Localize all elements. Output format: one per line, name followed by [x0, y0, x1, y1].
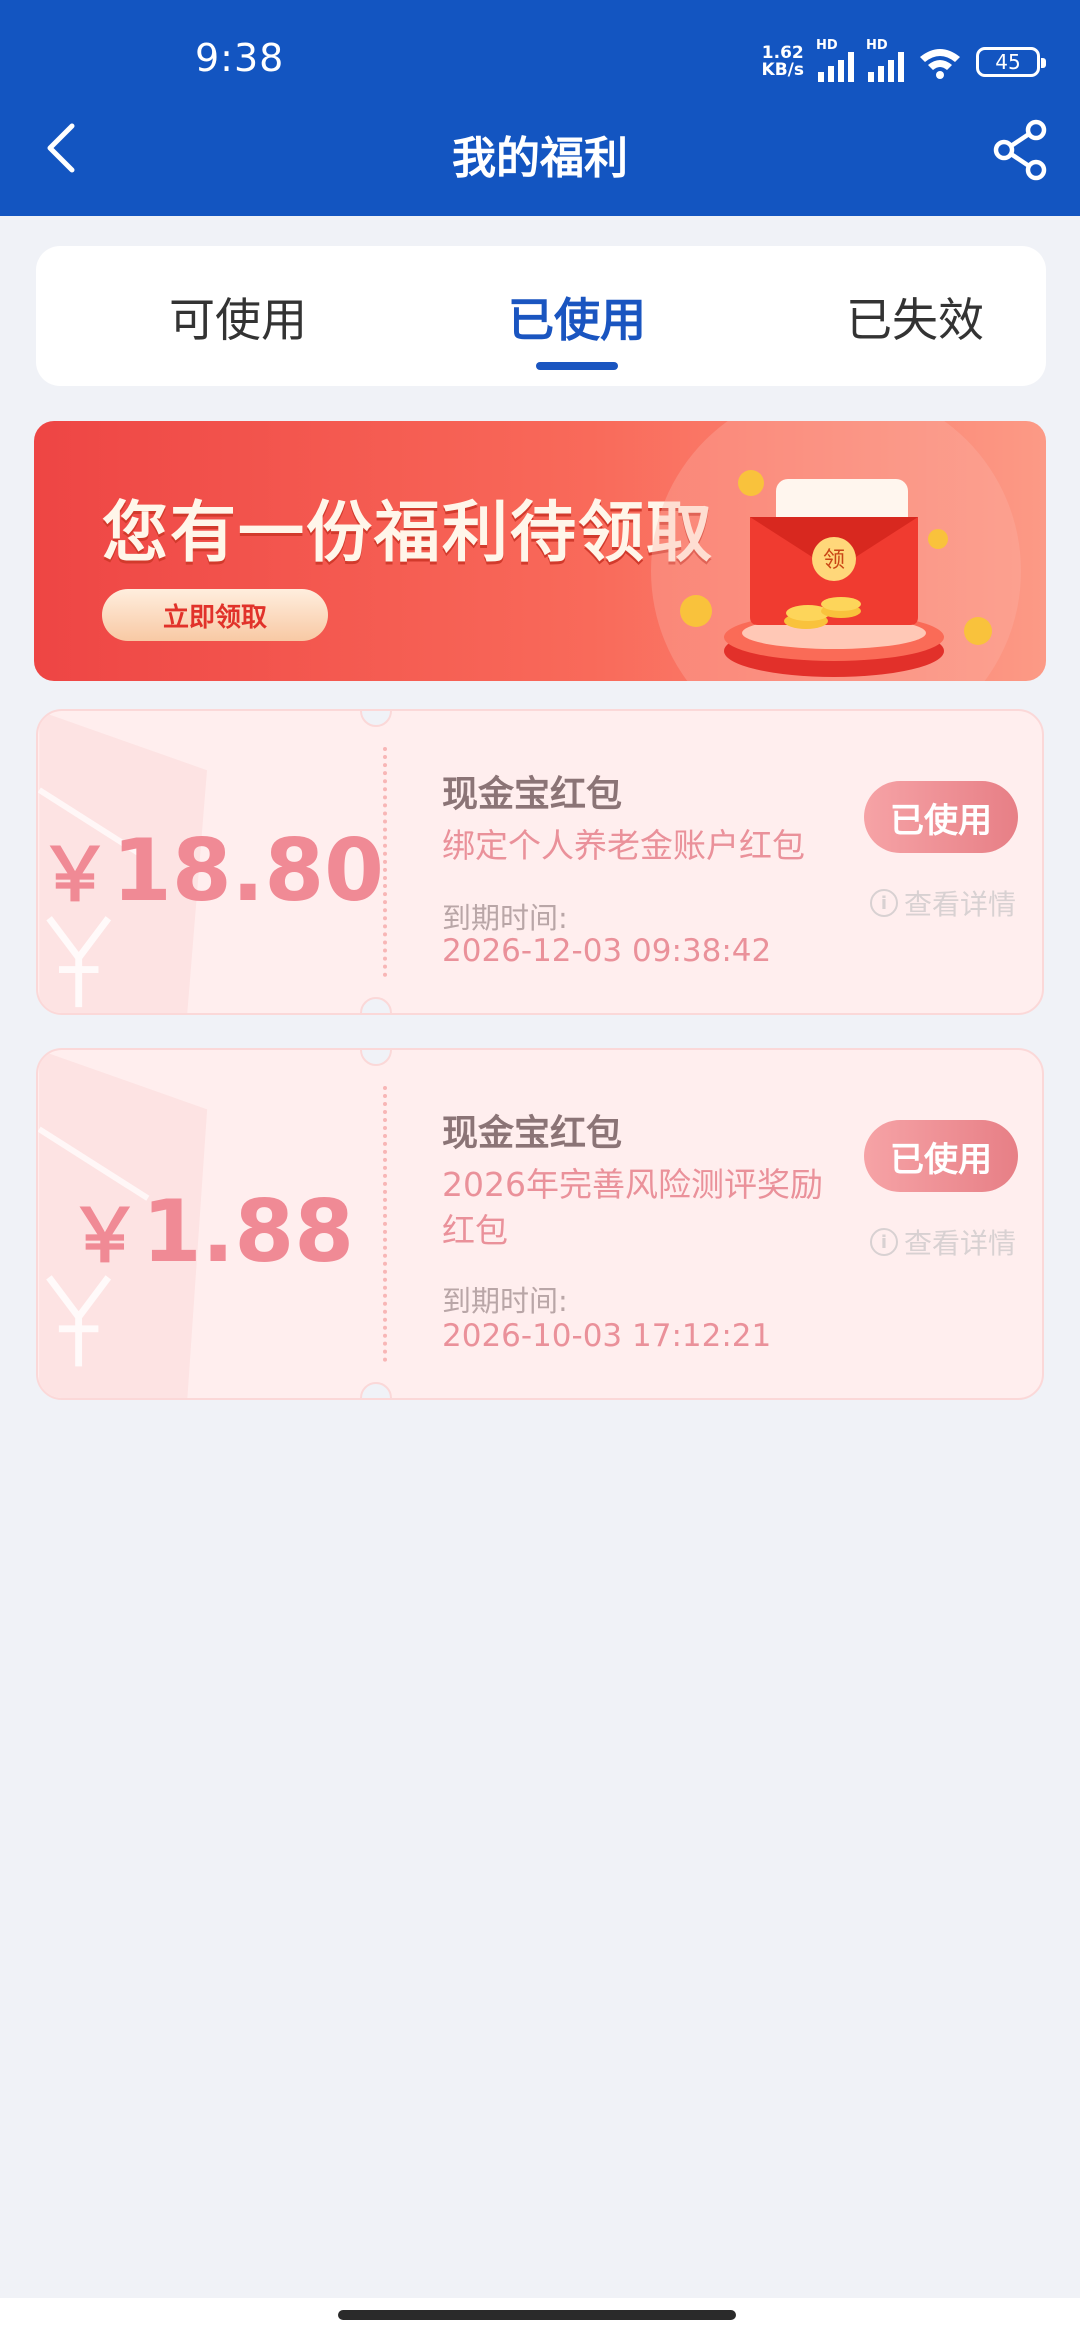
tab-bar: 可使用 已使用 已失效: [36, 246, 1046, 386]
status-icons: 1.62 KB/s HD HD 45: [761, 38, 1046, 84]
coupon-card[interactable]: ￥1.88 现金宝红包 2026年完善风险测评奖励红包 到期时间: 2026-1…: [36, 1048, 1044, 1400]
tab-used[interactable]: 已使用: [427, 284, 727, 350]
used-status-button[interactable]: 已使用: [864, 781, 1018, 853]
signal-icon: HD: [866, 38, 904, 82]
expiry-label: 到期时间:: [442, 1284, 568, 1318]
coupon-amount: ￥18.80: [38, 821, 385, 921]
tab-active-indicator: [536, 362, 618, 370]
battery-icon: 45: [976, 47, 1046, 77]
coupon-title: 现金宝红包: [442, 1113, 623, 1154]
coupon-title: 现金宝红包: [442, 774, 623, 815]
network-speed: 1.62 KB/s: [761, 43, 804, 80]
expiry-value: 2026-12-03 09:38:42: [442, 933, 772, 969]
red-envelope-icon: 领: [651, 421, 1021, 681]
home-indicator[interactable]: [338, 2310, 736, 2320]
banner-title: 您有一份福利待领取: [102, 494, 714, 571]
promo-banner[interactable]: 您有一份福利待领取 立即领取 领: [34, 421, 1046, 681]
view-details-link[interactable]: i 查看详情: [869, 1222, 1016, 1262]
expiry-label: 到期时间:: [442, 901, 568, 935]
signal-icon: HD: [816, 38, 854, 82]
coupon-desc: 2026年完善风险测评奖励红包: [442, 1165, 823, 1250]
used-status-button[interactable]: 已使用: [864, 1120, 1018, 1192]
svg-text:领: 领: [823, 548, 845, 573]
coupon-card[interactable]: ￥18.80 现金宝红包 绑定个人养老金账户红包 到期时间: 2026-12-0…: [36, 709, 1044, 1015]
info-icon: i: [869, 889, 898, 917]
gesture-bar: [0, 2298, 1080, 2340]
expiry-value: 2026-10-03 17:12:21: [442, 1318, 772, 1354]
app-header: 9:38 1.62 KB/s HD HD 45 我的福利: [0, 0, 1080, 216]
page-title: 我的福利: [452, 133, 628, 184]
wifi-icon: [920, 49, 960, 79]
tab-available[interactable]: 可使用: [88, 284, 388, 350]
view-details-link[interactable]: i 查看详情: [869, 883, 1016, 923]
status-time: 9:38: [195, 36, 285, 80]
coupon-amount: ￥1.88: [67, 1182, 355, 1282]
claim-now-button[interactable]: 立即领取: [102, 589, 328, 641]
share-icon[interactable]: [990, 118, 1050, 182]
coupon-desc: 绑定个人养老金账户红包: [442, 826, 805, 865]
tab-expired[interactable]: 已失效: [765, 284, 1065, 350]
info-icon: i: [869, 1228, 898, 1256]
